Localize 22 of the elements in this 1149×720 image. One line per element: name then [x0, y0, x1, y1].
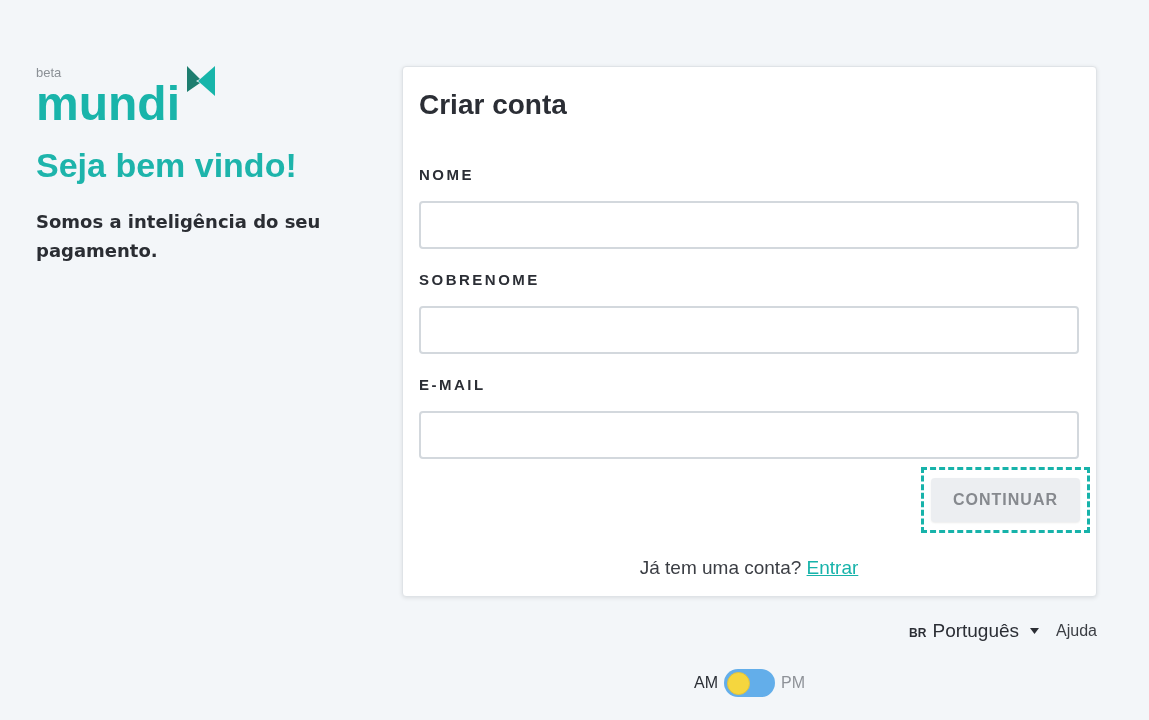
caret-icon	[1030, 628, 1040, 634]
input-field[interactable]	[419, 201, 1079, 249]
input-field[interactable]	[419, 306, 1079, 354]
tagline-text: Somos a inteligência do seu pagamento.	[36, 210, 322, 263]
login-prompt: Já tem uma conta? Entrar	[638, 556, 860, 580]
period-label: PM	[781, 673, 805, 693]
input-field[interactable]	[419, 411, 1079, 459]
toggle-knob[interactable]	[727, 671, 750, 695]
welcome-heading: Seja bem vindo!	[36, 145, 297, 185]
language-code: BR	[909, 626, 927, 640]
language-selector[interactable]: BR Português	[909, 619, 1040, 643]
form-title: Criar conta	[419, 88, 567, 122]
field-label: NOME	[419, 165, 474, 185]
logo-wordmark: mundi	[36, 80, 180, 128]
beta-label: beta	[36, 66, 62, 80]
field-label: E-MAIL	[419, 375, 486, 395]
period-label: AM	[694, 673, 718, 693]
bow-tie-logo-icon	[187, 66, 215, 96]
help-link[interactable]: Ajuda	[1056, 619, 1097, 643]
field-label: SOBRENOME	[419, 270, 540, 290]
language-name: Português	[932, 619, 1020, 643]
toggle-switch[interactable]	[724, 669, 775, 697]
